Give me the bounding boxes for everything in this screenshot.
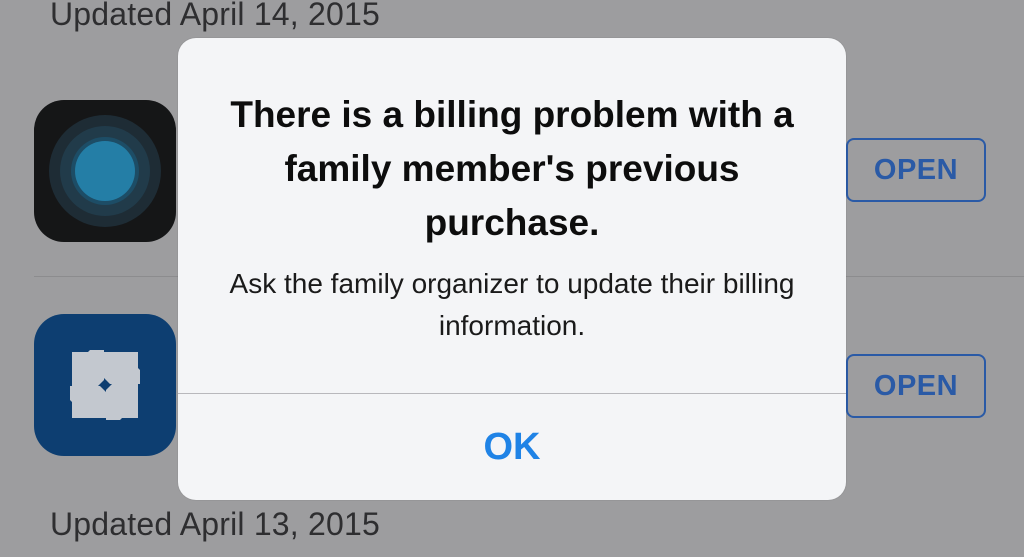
ok-button[interactable]: OK [178,394,846,500]
alert-title: There is a billing problem with a family… [230,94,794,243]
octagon-bank-logo-icon[interactable] [34,314,176,456]
alert-message: Ask the family organizer to update their… [229,268,795,341]
section-header-april-13: Updated April 13, 2015 [50,506,380,542]
circle-target-icon[interactable] [34,100,176,242]
open-button[interactable]: OPEN [846,354,986,418]
open-button[interactable]: OPEN [846,138,986,202]
section-header-april-14: Updated April 14, 2015 [50,0,380,32]
billing-alert-dialog: There is a billing problem with a family… [178,38,846,500]
alert-body: There is a billing problem with a family… [178,38,846,393]
